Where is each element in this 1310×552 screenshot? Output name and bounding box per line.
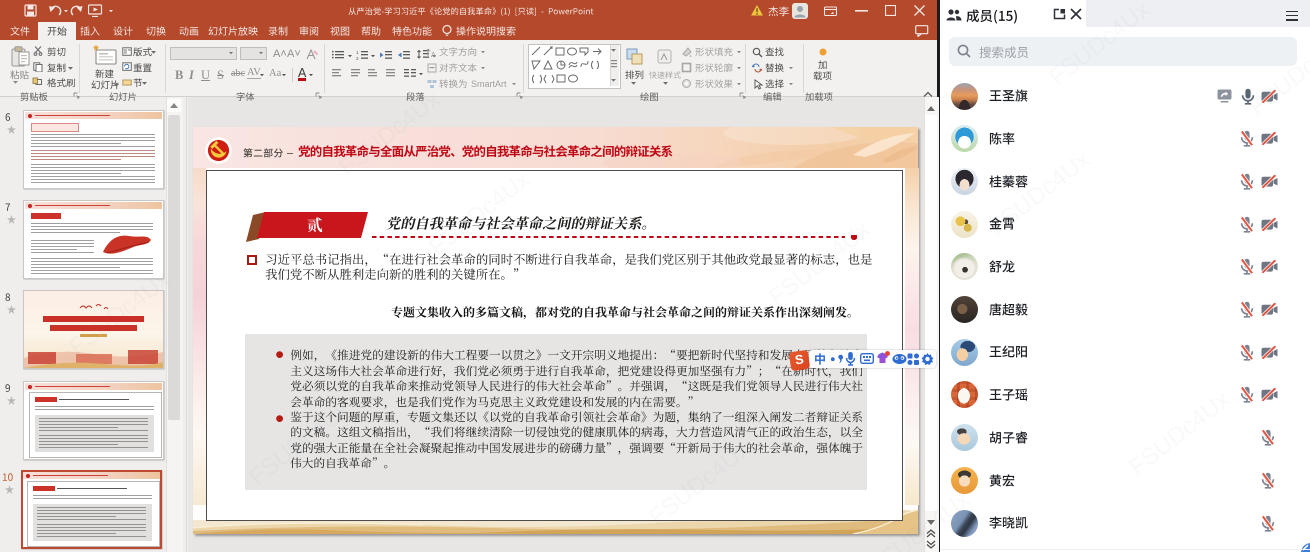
svg-text:1: 1: [356, 50, 359, 55]
svg-text:A: A: [431, 52, 436, 58]
svg-text:2: 2: [356, 56, 359, 61]
